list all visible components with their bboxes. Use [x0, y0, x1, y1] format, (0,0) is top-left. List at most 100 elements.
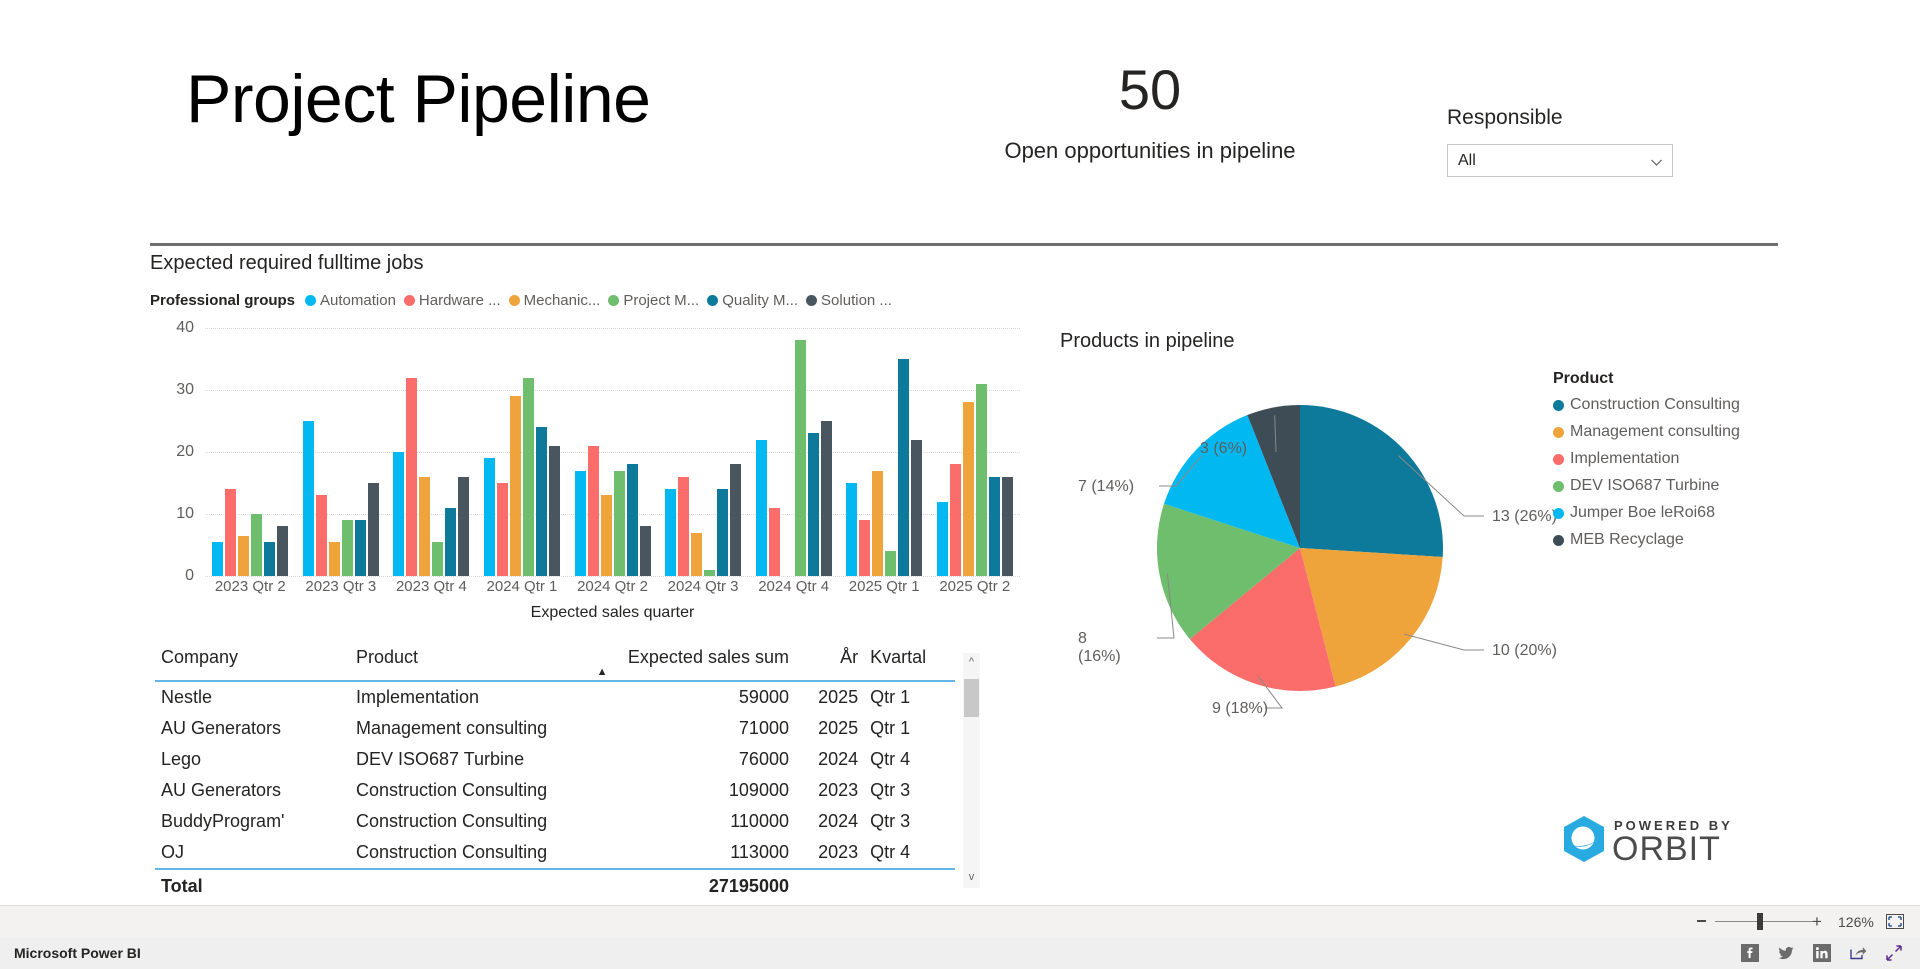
bar[interactable]: [678, 477, 689, 576]
table-row[interactable]: OJConstruction Consulting1130002023Qtr 4: [155, 837, 955, 869]
bar[interactable]: [445, 508, 456, 576]
bar[interactable]: [859, 520, 870, 576]
bar[interactable]: [717, 489, 728, 576]
twitter-icon[interactable]: [1777, 944, 1795, 962]
bar[interactable]: [484, 458, 495, 576]
bar[interactable]: [872, 471, 883, 576]
legend-swatch: [1553, 481, 1564, 492]
bar[interactable]: [1002, 477, 1013, 576]
col-header-company[interactable]: Company: [155, 645, 350, 681]
bar[interactable]: [303, 421, 314, 576]
bar[interactable]: [329, 542, 340, 576]
bar[interactable]: [937, 502, 948, 576]
bar[interactable]: [406, 378, 417, 576]
bar[interactable]: [393, 452, 404, 576]
bar[interactable]: [976, 384, 987, 576]
pie-legend-item[interactable]: Construction Consulting: [1553, 396, 1740, 414]
table-row[interactable]: AU GeneratorsConstruction Consulting1090…: [155, 775, 955, 806]
col-header-expected-sales-sum[interactable]: Expected sales sum ▲: [591, 645, 795, 681]
bar[interactable]: [601, 495, 612, 576]
scroll-down-icon[interactable]: v: [963, 871, 980, 883]
legend-item-project-management[interactable]: Project M...: [608, 292, 699, 309]
bar[interactable]: [316, 495, 327, 576]
bar[interactable]: [277, 526, 288, 576]
bar[interactable]: [704, 570, 715, 576]
bar[interactable]: [549, 446, 560, 576]
bar[interactable]: [846, 483, 857, 576]
pie-legend-item[interactable]: MEB Recyclage: [1553, 531, 1740, 549]
bar[interactable]: [691, 533, 702, 576]
bar[interactable]: [355, 520, 366, 576]
fullscreen-icon[interactable]: [1885, 944, 1903, 962]
share-icon[interactable]: [1849, 944, 1867, 962]
table-cell-company: BuddyProgram': [155, 806, 350, 837]
bar[interactable]: [458, 477, 469, 576]
fit-to-page-icon[interactable]: [1886, 914, 1904, 929]
table-row[interactable]: BuddyProgram'Construction Consulting1100…: [155, 806, 955, 837]
bar[interactable]: [342, 520, 353, 576]
bar[interactable]: [885, 551, 896, 576]
slicer-responsible-dropdown[interactable]: All: [1447, 144, 1673, 177]
bar[interactable]: [536, 427, 547, 576]
bar[interactable]: [575, 471, 586, 576]
x-axis-labels: 2023 Qtr 22023 Qtr 32023 Qtr 42024 Qtr 1…: [205, 578, 1020, 595]
bar[interactable]: [510, 396, 521, 576]
legend-item-quality-management[interactable]: Quality M...: [707, 292, 798, 309]
pie-slice[interactable]: [1300, 405, 1443, 557]
bar[interactable]: [950, 464, 961, 576]
bar[interactable]: [963, 402, 974, 576]
pie-legend-item[interactable]: Implementation: [1553, 450, 1740, 468]
bar[interactable]: [989, 477, 1000, 576]
bar[interactable]: [898, 359, 909, 576]
bar[interactable]: [640, 526, 651, 576]
zoom-slider-track[interactable]: [1715, 921, 1815, 922]
legend-item-solution[interactable]: Solution ...: [806, 292, 892, 309]
bar[interactable]: [808, 433, 819, 576]
bar[interactable]: [523, 378, 534, 576]
bar[interactable]: [730, 464, 741, 576]
zoom-in-button[interactable]: +: [1812, 913, 1822, 930]
bar[interactable]: [225, 489, 236, 576]
table-row[interactable]: AU GeneratorsManagement consulting710002…: [155, 713, 955, 744]
scroll-up-icon[interactable]: ^: [963, 656, 980, 668]
pie-legend-item[interactable]: DEV ISO687 Turbine: [1553, 477, 1740, 495]
bar[interactable]: [432, 542, 443, 576]
x-axis-tick: 2025 Qtr 2: [930, 578, 1021, 595]
zoom-slider-thumb[interactable]: [1757, 913, 1763, 930]
bar[interactable]: [497, 483, 508, 576]
legend-swatch: [1553, 400, 1564, 411]
pie-legend-item[interactable]: Management consulting: [1553, 423, 1740, 441]
bar[interactable]: [212, 542, 223, 576]
bar[interactable]: [769, 508, 780, 576]
linkedin-icon[interactable]: [1813, 944, 1831, 962]
bar[interactable]: [264, 542, 275, 576]
zoom-out-button[interactable]: [1697, 920, 1706, 922]
bar[interactable]: [821, 421, 832, 576]
col-header-kvartal[interactable]: Kvartal: [864, 645, 955, 681]
bar[interactable]: [665, 489, 676, 576]
facebook-icon[interactable]: [1741, 944, 1759, 962]
legend-item-mechanical[interactable]: Mechanic...: [509, 292, 601, 309]
bar[interactable]: [627, 464, 638, 576]
bar[interactable]: [238, 536, 249, 576]
table-scrollbar[interactable]: ^ v: [963, 653, 980, 888]
pie-legend-item[interactable]: Jumper Boe leRoi68: [1553, 504, 1740, 522]
table-header-row: Company Product Expected sales sum ▲ År …: [155, 645, 955, 681]
legend-item-automation[interactable]: Automation: [305, 292, 396, 309]
table-row[interactable]: NestleImplementation590002025Qtr 1: [155, 681, 955, 713]
bar[interactable]: [368, 483, 379, 576]
col-header-ar[interactable]: År: [795, 645, 864, 681]
bar[interactable]: [911, 440, 922, 576]
bar[interactable]: [756, 440, 767, 576]
bar[interactable]: [419, 477, 430, 576]
legend-item-hardware[interactable]: Hardware ...: [404, 292, 501, 309]
table-row[interactable]: LegoDEV ISO687 Turbine760002024Qtr 4: [155, 744, 955, 775]
col-header-product[interactable]: Product: [350, 645, 591, 681]
bar[interactable]: [588, 446, 599, 576]
app-name-label: Microsoft Power BI: [14, 945, 141, 961]
bar[interactable]: [251, 514, 262, 576]
scrollbar-thumb[interactable]: [964, 679, 979, 717]
bar[interactable]: [614, 471, 625, 576]
bar[interactable]: [795, 340, 806, 576]
legend-swatch: [509, 295, 520, 306]
